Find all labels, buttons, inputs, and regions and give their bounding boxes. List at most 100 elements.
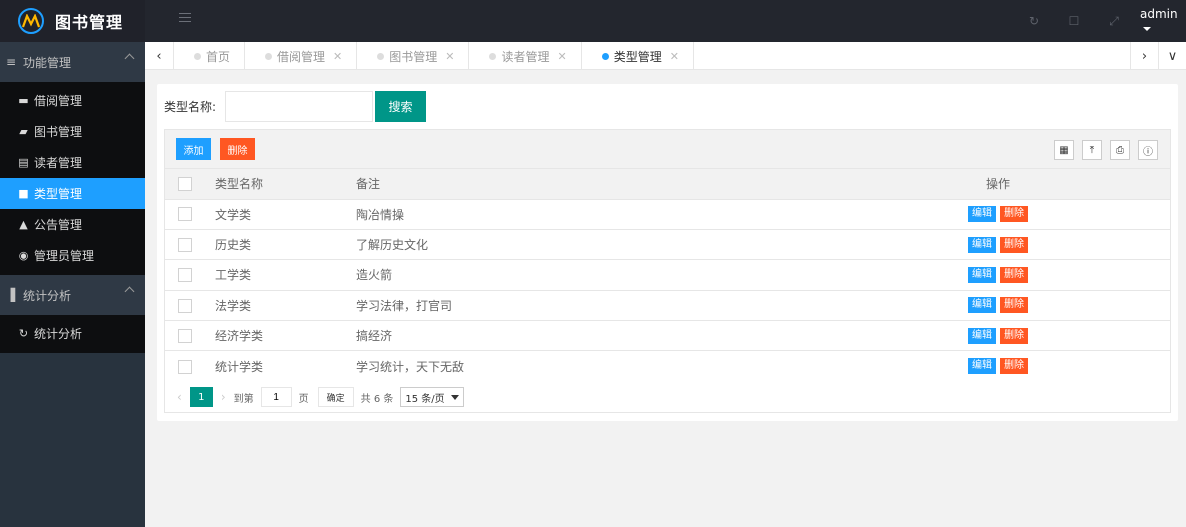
columns-icon[interactable]: ▦ — [1054, 140, 1074, 160]
row-delete-button[interactable]: 删除 — [1000, 358, 1028, 375]
table-row: 法学类 学习法律，打官司 编辑 删除 — [165, 290, 1170, 320]
export-icon[interactable]: ⤒ — [1082, 140, 1102, 160]
select-all-checkbox[interactable] — [178, 177, 192, 191]
sidebar-group-function[interactable]: ≡ 功能管理 — [0, 42, 145, 82]
top-header: 图书管理 ↻ ☐ ⤢ admin — [0, 0, 1186, 42]
current-page[interactable]: 1 — [189, 387, 213, 407]
window-icon: ▬ — [18, 94, 29, 107]
group-label: 统计分析 — [23, 288, 72, 303]
tabs-menu-icon[interactable]: ∨ — [1158, 42, 1186, 70]
total-count: 共 6 条 — [360, 393, 394, 405]
tab-readers[interactable]: 读者管理 ✕ — [469, 42, 582, 70]
chevron-up-icon — [124, 53, 135, 64]
edit-button[interactable]: 编辑 — [968, 206, 996, 223]
chevron-down-icon — [450, 394, 459, 400]
row-delete-button[interactable]: 删除 — [1000, 327, 1028, 344]
column-header: 操作 — [985, 177, 1010, 192]
trash-icon[interactable]: ☐ — [1054, 14, 1094, 28]
sidebar-item-admins[interactable]: ◉ 管理员管理 — [0, 240, 145, 271]
next-page-icon[interactable]: › — [221, 390, 226, 404]
row-checkbox[interactable] — [178, 237, 192, 252]
tab-books[interactable]: 图书管理 ✕ — [357, 42, 470, 70]
fullscreen-icon[interactable]: ⤢ — [1094, 14, 1134, 29]
search-input[interactable] — [225, 91, 374, 122]
caret-down-icon — [1143, 26, 1151, 31]
row-checkbox[interactable] — [178, 298, 192, 313]
column-header[interactable]: 备注 — [356, 169, 826, 199]
sidebar-item-notices[interactable]: ▲ 公告管理 — [0, 209, 145, 240]
data-table: 添加 删除 ▦ ⤒ ⎙ ⓘ 类型名称 备注 操作 文学类 陶冶情操 编辑 删除 … — [164, 129, 1171, 413]
page-unit: 页 — [298, 393, 309, 405]
row-delete-button[interactable]: 删除 — [1000, 266, 1028, 283]
table-row: 历史类 了解历史文化 编辑 删除 — [165, 229, 1170, 259]
refresh-icon[interactable]: ↻ — [1014, 14, 1054, 28]
menu-icon: ≡ — [6, 55, 17, 69]
type-name: 历史类 — [215, 238, 252, 253]
tab-dot — [601, 52, 609, 60]
search-button[interactable]: 搜索 — [375, 91, 427, 122]
info-icon[interactable]: ⓘ — [1138, 140, 1158, 160]
row-checkbox[interactable] — [178, 359, 192, 374]
edit-button[interactable]: 编辑 — [968, 327, 996, 344]
column-header[interactable]: 类型名称 — [215, 169, 356, 199]
print-icon[interactable]: ⎙ — [1110, 140, 1130, 160]
sidebar-item-readers[interactable]: ▤ 读者管理 — [0, 147, 145, 178]
type-name: 经济学类 — [215, 329, 264, 344]
logo: 图书管理 — [0, 0, 145, 42]
tab-dot — [265, 52, 273, 60]
confirm-button[interactable]: 确定 — [317, 387, 354, 407]
goto-label: 到第 — [233, 393, 254, 405]
tab-label: 读者管理 — [501, 49, 550, 64]
sidebar-group-stats[interactable]: ▐ 统计分析 — [0, 275, 145, 315]
menu-toggle-icon[interactable] — [179, 13, 191, 25]
sidebar-item-books[interactable]: ▰ 图书管理 — [0, 116, 145, 147]
row-delete-button[interactable]: 删除 — [1000, 297, 1028, 314]
goto-page-input[interactable] — [260, 387, 292, 407]
row-delete-button[interactable]: 删除 — [1000, 236, 1028, 253]
edit-button[interactable]: 编辑 — [968, 297, 996, 314]
sidebar-item-label: 图书管理 — [34, 125, 83, 139]
type-note: 了解历史文化 — [356, 238, 429, 253]
close-icon[interactable]: ✕ — [445, 50, 454, 63]
edit-button[interactable]: 编辑 — [968, 358, 996, 375]
type-name: 统计学类 — [215, 359, 264, 374]
table-row: 统计学类 学习统计，天下无敌 编辑 删除 — [165, 350, 1170, 381]
prev-page-icon[interactable]: ‹ — [177, 390, 182, 404]
sidebar-item-label: 管理员管理 — [34, 249, 95, 263]
type-note: 造火箭 — [356, 268, 393, 283]
user-menu[interactable]: admin — [1140, 7, 1186, 35]
row-checkbox[interactable] — [178, 329, 192, 343]
tab-borrow[interactable]: 借阅管理 ✕ — [245, 42, 358, 70]
row-checkbox[interactable] — [178, 268, 192, 283]
tabs-next-icon[interactable]: › — [1130, 42, 1158, 70]
type-note: 学习法律，打官司 — [356, 298, 453, 313]
chevron-up-icon — [124, 286, 135, 297]
tab-types[interactable]: 类型管理 ✕ — [582, 42, 694, 70]
page-size-select[interactable]: 15 条/页 — [400, 387, 464, 407]
sidebar-item-label: 读者管理 — [34, 156, 83, 170]
close-icon[interactable]: ✕ — [333, 50, 342, 63]
tabs-prev-icon[interactable]: ‹ — [145, 42, 173, 70]
app-title: 图书管理 — [55, 13, 124, 32]
row-delete-button[interactable]: 删除 — [1000, 206, 1028, 223]
tab-dot — [377, 52, 385, 60]
row-checkbox[interactable] — [178, 207, 192, 222]
close-icon[interactable]: ✕ — [670, 50, 679, 63]
logo-icon — [18, 8, 44, 34]
sidebar: ≡ 功能管理 ▬ 借阅管理 ▰ 图书管理 ▤ 读者管理 ■ 类型管理 ▲ 公告管… — [0, 42, 145, 527]
search-label: 类型名称: — [164, 100, 217, 114]
close-icon[interactable]: ✕ — [558, 50, 567, 63]
bar-chart-icon: ▐ — [6, 288, 16, 302]
sidebar-item-types[interactable]: ■ 类型管理 — [0, 178, 145, 209]
edit-button[interactable]: 编辑 — [968, 236, 996, 253]
type-name: 法学类 — [215, 298, 252, 313]
file-icon: ■ — [18, 187, 29, 200]
add-button[interactable]: 添加 — [176, 138, 211, 160]
sidebar-item-label: 借阅管理 — [34, 94, 83, 108]
tab-home[interactable]: 首页 — [174, 42, 246, 70]
delete-button[interactable]: 删除 — [220, 138, 255, 160]
tab-label: 图书管理 — [389, 49, 438, 64]
sidebar-item-statistics[interactable]: ↻ 统计分析 — [0, 318, 145, 349]
edit-button[interactable]: 编辑 — [968, 266, 996, 283]
sidebar-item-borrow[interactable]: ▬ 借阅管理 — [0, 85, 145, 116]
